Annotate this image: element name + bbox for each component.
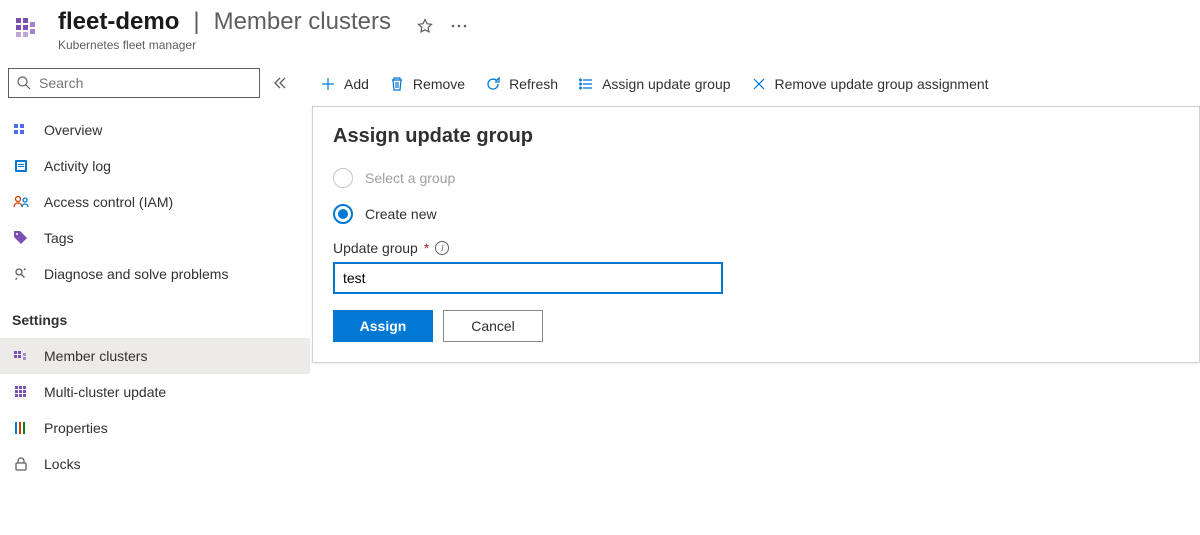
add-button[interactable]: Add [320,76,369,92]
main-content: Add Remove Refresh [310,62,1200,486]
toolbar-label: Refresh [509,76,558,92]
more-icon[interactable] [449,16,469,36]
page-header: fleet-demo | Member clusters Kubernetes … [0,0,1200,62]
toolbar-label: Add [344,76,369,92]
activity-log-icon [12,157,30,175]
remove-assignment-button[interactable]: Remove update group assignment [751,76,989,92]
refresh-icon [485,76,501,92]
close-icon [751,76,767,92]
nav-list-settings: Member clusters Multi-cluster update Pro… [0,334,310,486]
sidebar-item-label: Properties [44,420,108,436]
resource-name: fleet-demo [58,8,179,36]
toolbar: Add Remove Refresh [310,62,1200,106]
locks-icon [12,455,30,473]
toolbar-label: Remove update group assignment [775,76,989,92]
sidebar-item-access-control[interactable]: Access control (IAM) [0,184,310,220]
multi-cluster-update-icon [12,383,30,401]
plus-icon [320,76,336,92]
tags-icon [12,229,30,247]
favorite-star-icon[interactable] [415,16,435,36]
sidebar-section-settings: Settings [0,296,310,334]
trash-icon [389,76,405,92]
access-control-icon [12,193,30,211]
sidebar-item-overview[interactable]: Overview [0,112,310,148]
update-group-input[interactable] [333,262,723,294]
radio-label: Create new [365,206,437,222]
radio-select-group: Select a group [333,168,1179,188]
search-input[interactable] [39,75,251,91]
panel-title: Assign update group [333,125,1179,148]
sidebar-item-label: Tags [44,230,74,246]
list-icon [578,76,594,92]
radio-input-select [333,168,353,188]
diagnose-icon [12,265,30,283]
field-label-text: Update group [333,240,418,256]
toolbar-label: Remove [413,76,465,92]
assign-update-group-button[interactable]: Assign update group [578,76,730,92]
sidebar-item-diagnose[interactable]: Diagnose and solve problems [0,256,310,292]
refresh-button[interactable]: Refresh [485,76,558,92]
resource-icon [12,12,44,44]
collapse-sidebar-button[interactable] [268,71,292,95]
cancel-button[interactable]: Cancel [443,310,543,342]
search-icon [17,76,31,90]
sidebar-item-locks[interactable]: Locks [0,446,310,482]
toolbar-label: Assign update group [602,76,730,92]
sidebar-item-activity-log[interactable]: Activity log [0,148,310,184]
sidebar-item-label: Locks [44,456,81,472]
sidebar-item-member-clusters[interactable]: Member clusters [0,338,310,374]
radio-label: Select a group [365,170,455,186]
overview-icon [12,121,30,139]
sidebar-item-label: Access control (IAM) [44,194,173,210]
sidebar: Overview Activity log Access control (IA… [0,62,310,486]
sidebar-item-label: Diagnose and solve problems [44,266,228,282]
sidebar-item-properties[interactable]: Properties [0,410,310,446]
sidebar-search[interactable] [8,68,260,98]
resource-type-subtitle: Kubernetes fleet manager [58,38,469,52]
update-group-field-label: Update group * i [333,240,1179,256]
sidebar-item-label: Multi-cluster update [44,384,166,400]
assign-button[interactable]: Assign [333,310,433,342]
required-asterisk: * [424,240,429,256]
page-title: Member clusters [214,8,391,36]
title-divider: | [193,8,199,36]
sidebar-item-tags[interactable]: Tags [0,220,310,256]
assign-update-group-panel: Assign update group Select a group Creat… [312,106,1200,363]
sidebar-item-multi-cluster-update[interactable]: Multi-cluster update [0,374,310,410]
properties-icon [12,419,30,437]
radio-input-create[interactable] [333,204,353,224]
sidebar-item-label: Activity log [44,158,111,174]
info-icon[interactable]: i [435,241,449,255]
member-clusters-icon [12,347,30,365]
nav-list-top: Overview Activity log Access control (IA… [0,108,310,296]
sidebar-item-label: Overview [44,122,102,138]
chevron-double-left-icon [273,76,287,90]
remove-button[interactable]: Remove [389,76,465,92]
sidebar-item-label: Member clusters [44,348,147,364]
radio-create-new[interactable]: Create new [333,204,1179,224]
